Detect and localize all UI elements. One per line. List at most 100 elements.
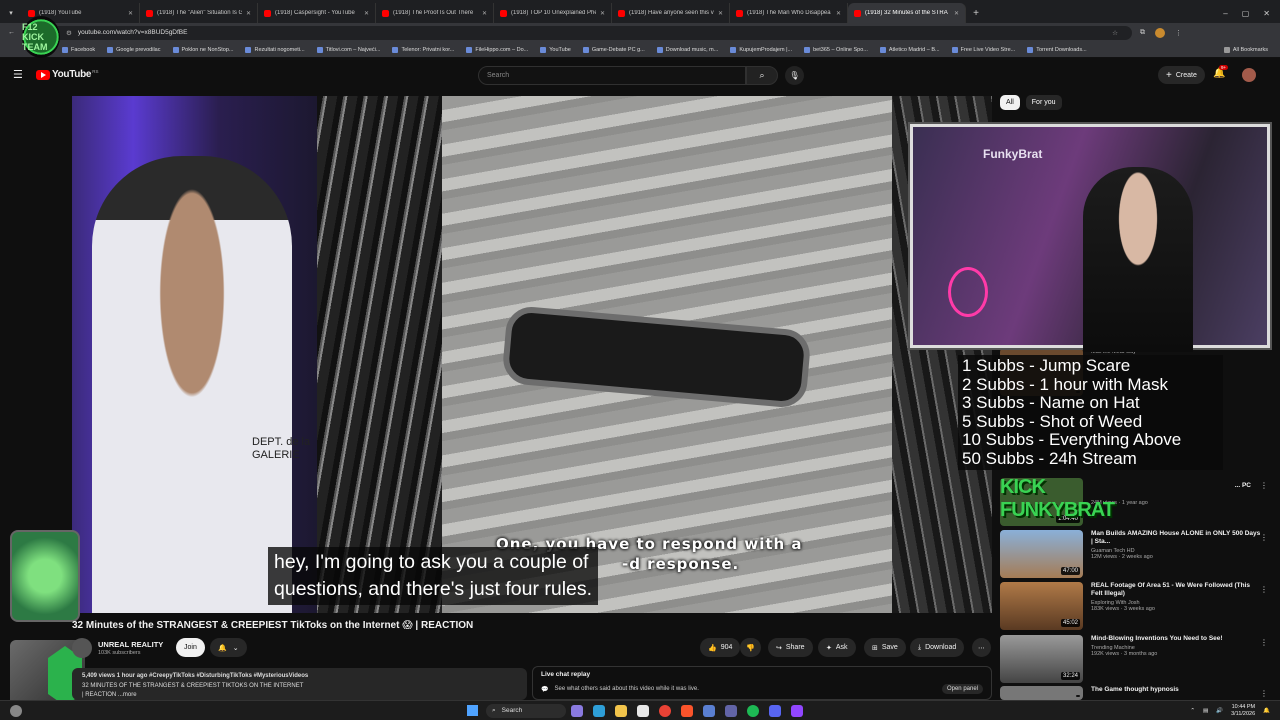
dislike-button[interactable]: 👎 <box>740 638 761 657</box>
video-title[interactable]: Man Builds AMAZING House ALONE in ONLY 5… <box>1091 530 1261 546</box>
save-button[interactable]: ⊞ Save <box>864 638 906 657</box>
bookmark-item[interactable]: Torrent Downloads... <box>1027 46 1087 53</box>
video-thumbnail[interactable]: 45:02 <box>1000 582 1083 630</box>
close-tab-icon[interactable]: ✕ <box>718 10 723 17</box>
chip-all[interactable]: All <box>1000 95 1020 110</box>
bookmark-item[interactable]: Poklon ne NonStop... <box>172 46 233 53</box>
ask-button[interactable]: ✦ Ask <box>818 638 856 657</box>
close-tab-icon[interactable]: ✕ <box>482 10 487 17</box>
clock-date[interactable]: 3/11/2026 <box>1231 711 1255 718</box>
download-button[interactable]: ⤓ Download <box>910 638 965 657</box>
app-icon[interactable] <box>703 704 715 717</box>
more-options-icon[interactable]: ⋮ <box>1260 533 1268 542</box>
network-icon[interactable]: ▤ <box>1203 708 1208 714</box>
close-tab-icon[interactable]: ✕ <box>364 10 369 17</box>
discord-icon[interactable] <box>769 704 781 717</box>
bookmark-star-icon[interactable]: ☆ <box>1112 29 1118 37</box>
browser-tab[interactable]: (1918) Have anyone seen this v ✕ <box>612 3 730 23</box>
video-title[interactable]: Mind-Blowing Inventions You Need to See! <box>1091 635 1261 643</box>
video-title[interactable]: The Game thought hypnosis <box>1091 686 1261 694</box>
browser-tab[interactable]: (1918) The "Alien" Situation Is G ✕ <box>140 3 258 23</box>
bookmark-item[interactable]: Telenor: Privatni kor... <box>392 46 454 53</box>
youtube-logo[interactable]: YouTube RS <box>36 69 98 80</box>
weather-icon[interactable] <box>10 704 22 717</box>
notification-center-icon[interactable]: 🔔 <box>1263 708 1270 714</box>
browser-tab-active[interactable]: (1918) 32 Minutes of the STRA ✕ <box>848 3 966 23</box>
search-button[interactable]: ⌕ <box>746 66 778 85</box>
bookmark-item[interactable]: bet365 – Online Spo... <box>804 46 868 53</box>
tab-list-icon[interactable]: ▾ <box>0 3 22 23</box>
kick-app-icon[interactable] <box>791 704 803 717</box>
address-bar[interactable]: ⚙ youtube.com/watch?v=x8BUD5gDfBE ☆ <box>52 25 1132 40</box>
tray-chevron-icon[interactable]: ⌃ <box>1190 708 1195 714</box>
recommended-video[interactable]: 45:02 REAL Footage Of Area 51 - We Were … <box>1000 582 1270 632</box>
notifications-button[interactable]: 🔔 9+ <box>1213 65 1229 79</box>
store-icon[interactable] <box>637 704 649 717</box>
more-actions-button[interactable]: ⋯ <box>972 638 991 657</box>
chrome-icon[interactable] <box>659 704 671 717</box>
open-panel-button[interactable]: Open panel <box>941 684 983 694</box>
recommended-video[interactable]: 47:00 Man Builds AMAZING House ALONE in … <box>1000 530 1270 580</box>
back-icon[interactable]: ← <box>8 29 15 36</box>
menu-icon[interactable]: ☰ <box>13 68 23 81</box>
channel-avatar[interactable] <box>72 638 92 658</box>
close-window-icon[interactable]: ✕ <box>1263 9 1270 18</box>
bookmark-item[interactable]: YouTube <box>540 46 571 53</box>
bookmark-item[interactable]: Atletico Madrid – B... <box>879 46 940 53</box>
edge-icon[interactable] <box>593 704 605 717</box>
share-button[interactable]: ↪ Share <box>768 638 813 657</box>
video-title[interactable]: REAL Footage Of Area 51 - We Were Follow… <box>1091 582 1261 598</box>
bookmark-item[interactable]: KupujemProdajem |... <box>730 46 792 53</box>
create-button[interactable]: + Create <box>1158 66 1205 84</box>
bookmark-item[interactable]: FileHippo.com – Do... <box>466 46 528 53</box>
bookmark-item[interactable]: Rezultati nogometi... <box>245 46 305 53</box>
more-options-icon[interactable]: ⋮ <box>1260 481 1268 490</box>
browser-menu-icon[interactable]: ⋮ <box>1175 29 1182 37</box>
recommended-video[interactable]: 32:24 Mind-Blowing Inventions You Need t… <box>1000 635 1270 685</box>
volume-icon[interactable]: 🔊 <box>1216 708 1223 714</box>
more-options-icon[interactable]: ⋮ <box>1260 585 1268 594</box>
clock-time[interactable]: 10:44 PM <box>1231 704 1256 711</box>
copilot-icon[interactable] <box>571 704 583 717</box>
close-tab-icon[interactable]: ✕ <box>954 10 959 17</box>
bookmark-item[interactable]: Titlovi.com – Najveći... <box>316 46 380 53</box>
description-box[interactable]: 5,409 views 1 hour ago #CreepyTikToks #D… <box>72 668 527 700</box>
new-tab-icon[interactable]: + <box>966 3 986 23</box>
windows-start-icon[interactable] <box>467 705 478 716</box>
search-input[interactable]: Search <box>478 66 746 85</box>
subscribed-button[interactable]: 🔔 ⌄ <box>210 638 247 657</box>
video-thumbnail[interactable]: 47:00 <box>1000 530 1083 578</box>
join-button[interactable]: Join <box>176 638 205 657</box>
close-tab-icon[interactable]: ✕ <box>600 10 605 17</box>
bookmark-item[interactable]: Google prevodilac <box>107 46 161 53</box>
video-thumbnail[interactable]: 32:24 <box>1000 635 1083 683</box>
browser-tab[interactable]: (1918) Caspersight - YouTube ✕ <box>258 3 376 23</box>
browser-tab[interactable]: (1918) The Proof Is Out There ✕ <box>376 3 494 23</box>
site-info-icon[interactable]: ⚙ <box>66 29 72 37</box>
video-thumbnail[interactable] <box>1000 686 1083 700</box>
voice-search-button[interactable]: 🎙 <box>785 66 804 85</box>
more-options-icon[interactable]: ⋮ <box>1260 638 1268 647</box>
browser-tab[interactable]: (1918) The Man Who Disappea ✕ <box>730 3 848 23</box>
like-button[interactable]: 👍 904 <box>700 638 741 657</box>
bookmark-item[interactable]: Free Live Video Stre... <box>951 46 1015 53</box>
extensions-icon[interactable]: ⧉ <box>1140 29 1145 37</box>
chip-for-you[interactable]: For you <box>1025 95 1062 110</box>
taskbar-search[interactable]: ⌕ Search <box>486 703 566 718</box>
avatar[interactable] <box>1242 68 1256 82</box>
channel-name[interactable]: UNREAL REALITY <box>98 640 163 649</box>
minimize-icon[interactable]: – <box>1223 9 1227 18</box>
close-tab-icon[interactable]: ✕ <box>246 10 251 17</box>
file-explorer-icon[interactable] <box>615 704 627 717</box>
bookmark-item[interactable]: Game-Debate PC g... <box>582 46 645 53</box>
more-options-icon[interactable]: ⋮ <box>1260 689 1268 698</box>
all-bookmarks-button[interactable]: All Bookmarks <box>1223 46 1268 53</box>
close-tab-icon[interactable]: ✕ <box>128 10 133 17</box>
spotify-icon[interactable] <box>747 704 759 717</box>
close-tab-icon[interactable]: ✕ <box>836 10 841 17</box>
recommended-video[interactable]: The Game thought hypnosis ⋮ <box>1000 686 1270 700</box>
maximize-icon[interactable]: ▢ <box>1242 9 1250 18</box>
bookmark-item[interactable]: Facebook <box>62 46 95 53</box>
browser-tab[interactable]: (1918) TOP 10 Unexplained Phe ✕ <box>494 3 612 23</box>
bookmark-item[interactable]: Download music, m... <box>656 46 718 53</box>
